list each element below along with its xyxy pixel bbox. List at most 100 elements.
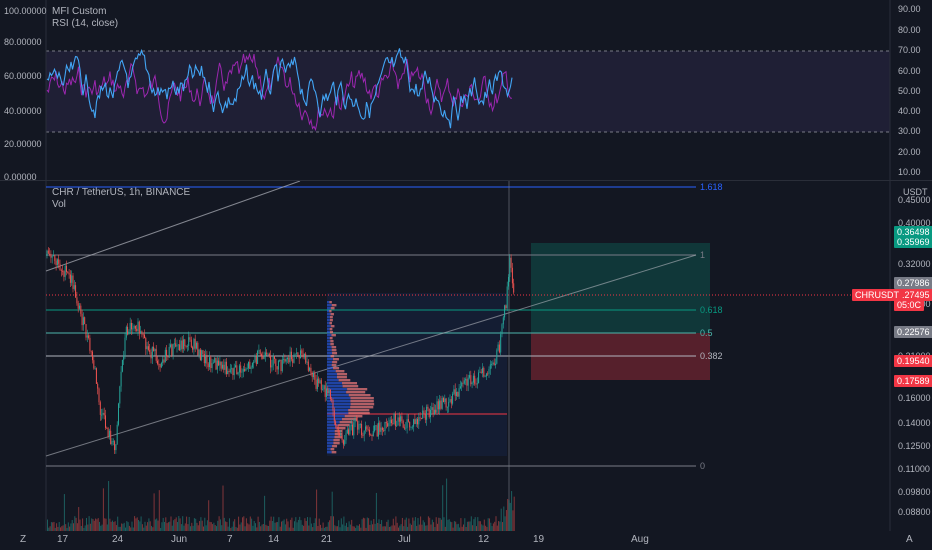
volume-bar	[277, 522, 279, 531]
candle-body	[119, 386, 121, 404]
candle-body	[513, 283, 515, 293]
volume-profile-bar	[329, 331, 333, 334]
volume-bar	[413, 520, 415, 531]
candle-body	[335, 421, 337, 426]
candle-body	[246, 368, 248, 370]
candle-body	[456, 391, 457, 397]
candle-body	[274, 355, 275, 359]
candle-body	[457, 391, 459, 397]
candle-body	[202, 350, 204, 354]
candle-body	[120, 371, 122, 387]
volume-profile-bar	[338, 379, 351, 382]
candle-body	[381, 427, 383, 431]
candle-body	[470, 375, 472, 385]
rsi-right-tick: 80.00	[898, 25, 921, 35]
candle-body	[107, 428, 109, 437]
volume-profile-bar	[336, 427, 346, 430]
candle-body	[248, 361, 249, 369]
candle-body	[210, 357, 212, 368]
candle-body	[163, 359, 165, 363]
volume-bar	[229, 518, 230, 531]
auto-scale-icon[interactable]: A	[906, 534, 913, 545]
candle-body	[346, 429, 348, 434]
candle-body	[294, 353, 296, 355]
log-scale-icon[interactable]: Z	[20, 534, 26, 545]
volume-bar	[271, 520, 273, 531]
volume-indicator-title[interactable]: Vol	[52, 199, 66, 210]
volume-profile-bar	[327, 373, 338, 376]
volume-bar	[362, 517, 364, 531]
volume-bar	[307, 517, 308, 531]
candle-body	[149, 349, 151, 352]
candle-body	[54, 255, 56, 261]
candle-body	[92, 351, 93, 361]
volume-profile-bar	[329, 316, 333, 319]
candle-body	[383, 430, 385, 431]
candle-body	[206, 355, 208, 364]
candle-body	[53, 255, 54, 257]
volume-profile-bar	[327, 436, 335, 439]
candle-body	[194, 338, 196, 349]
candle-body	[216, 360, 218, 370]
volume-bar	[95, 518, 97, 531]
rsi-right-tick: 70.00	[898, 45, 921, 55]
symbol-title[interactable]: CHR / TetherUS, 1h, BINANCE	[52, 187, 190, 198]
volume-profile-bar	[327, 376, 337, 379]
candle-body	[385, 422, 387, 424]
candle-body	[271, 365, 273, 368]
time-axis[interactable]: Z 17 24 Jun 7 14 21 Jul 12 19 Aug A	[0, 531, 932, 550]
volume-bar	[511, 491, 513, 531]
price-pane[interactable]: 1.618 1 0.618 0.5 0.382 0 CHR / TetherUS…	[0, 180, 932, 531]
time-tick: 12	[478, 534, 490, 545]
volume-bar	[381, 520, 383, 531]
candle-body	[263, 355, 265, 359]
candle-body	[171, 344, 173, 356]
volume-bar	[113, 522, 115, 531]
volume-bar	[126, 520, 128, 531]
candle-body	[66, 265, 67, 272]
candle-body	[270, 356, 272, 368]
candle-body	[322, 389, 324, 391]
candle-body	[396, 425, 398, 427]
candle-body	[430, 409, 431, 418]
volume-bar	[162, 517, 164, 531]
volume-bar	[387, 519, 389, 531]
candle-body	[410, 426, 412, 428]
volume-profile-bar	[327, 412, 349, 415]
volume-bar	[342, 524, 344, 531]
volume-bar	[56, 523, 58, 531]
candle-body	[440, 400, 442, 409]
candle-body	[316, 378, 318, 389]
volume-bar	[404, 519, 406, 531]
candle-body	[76, 297, 78, 304]
candle-body	[484, 376, 486, 378]
candle-body	[205, 355, 207, 364]
candle-body	[128, 331, 130, 335]
candle-body	[67, 271, 69, 273]
candle-body	[285, 359, 287, 362]
candle-body	[296, 352, 298, 354]
volume-bar	[296, 522, 298, 531]
candle-body	[227, 370, 229, 375]
volume-bar	[309, 517, 311, 531]
volume-bar	[422, 520, 424, 531]
volume-bar	[299, 516, 301, 531]
volume-bar	[508, 500, 510, 531]
rsi-right-tick: 10.00	[898, 167, 921, 177]
candle-body	[131, 322, 132, 330]
candle-body	[183, 339, 184, 349]
candle-body	[414, 419, 416, 425]
candle-body	[501, 324, 503, 335]
volume-bar	[127, 522, 129, 531]
volume-bar	[440, 519, 442, 531]
candle-body	[475, 383, 477, 385]
symbol-tag[interactable]: CHRUSDT	[852, 289, 902, 301]
indicator-pane[interactable]: MFI Custom RSI (14, close) 100.00000 80.0…	[0, 0, 932, 182]
candle-body	[220, 361, 222, 369]
candle-body	[146, 346, 148, 350]
candle-body	[511, 267, 513, 284]
candle-body	[342, 440, 344, 445]
volume-profile-bar	[327, 304, 332, 307]
candle-body	[358, 424, 360, 430]
volume-bar	[206, 520, 208, 531]
